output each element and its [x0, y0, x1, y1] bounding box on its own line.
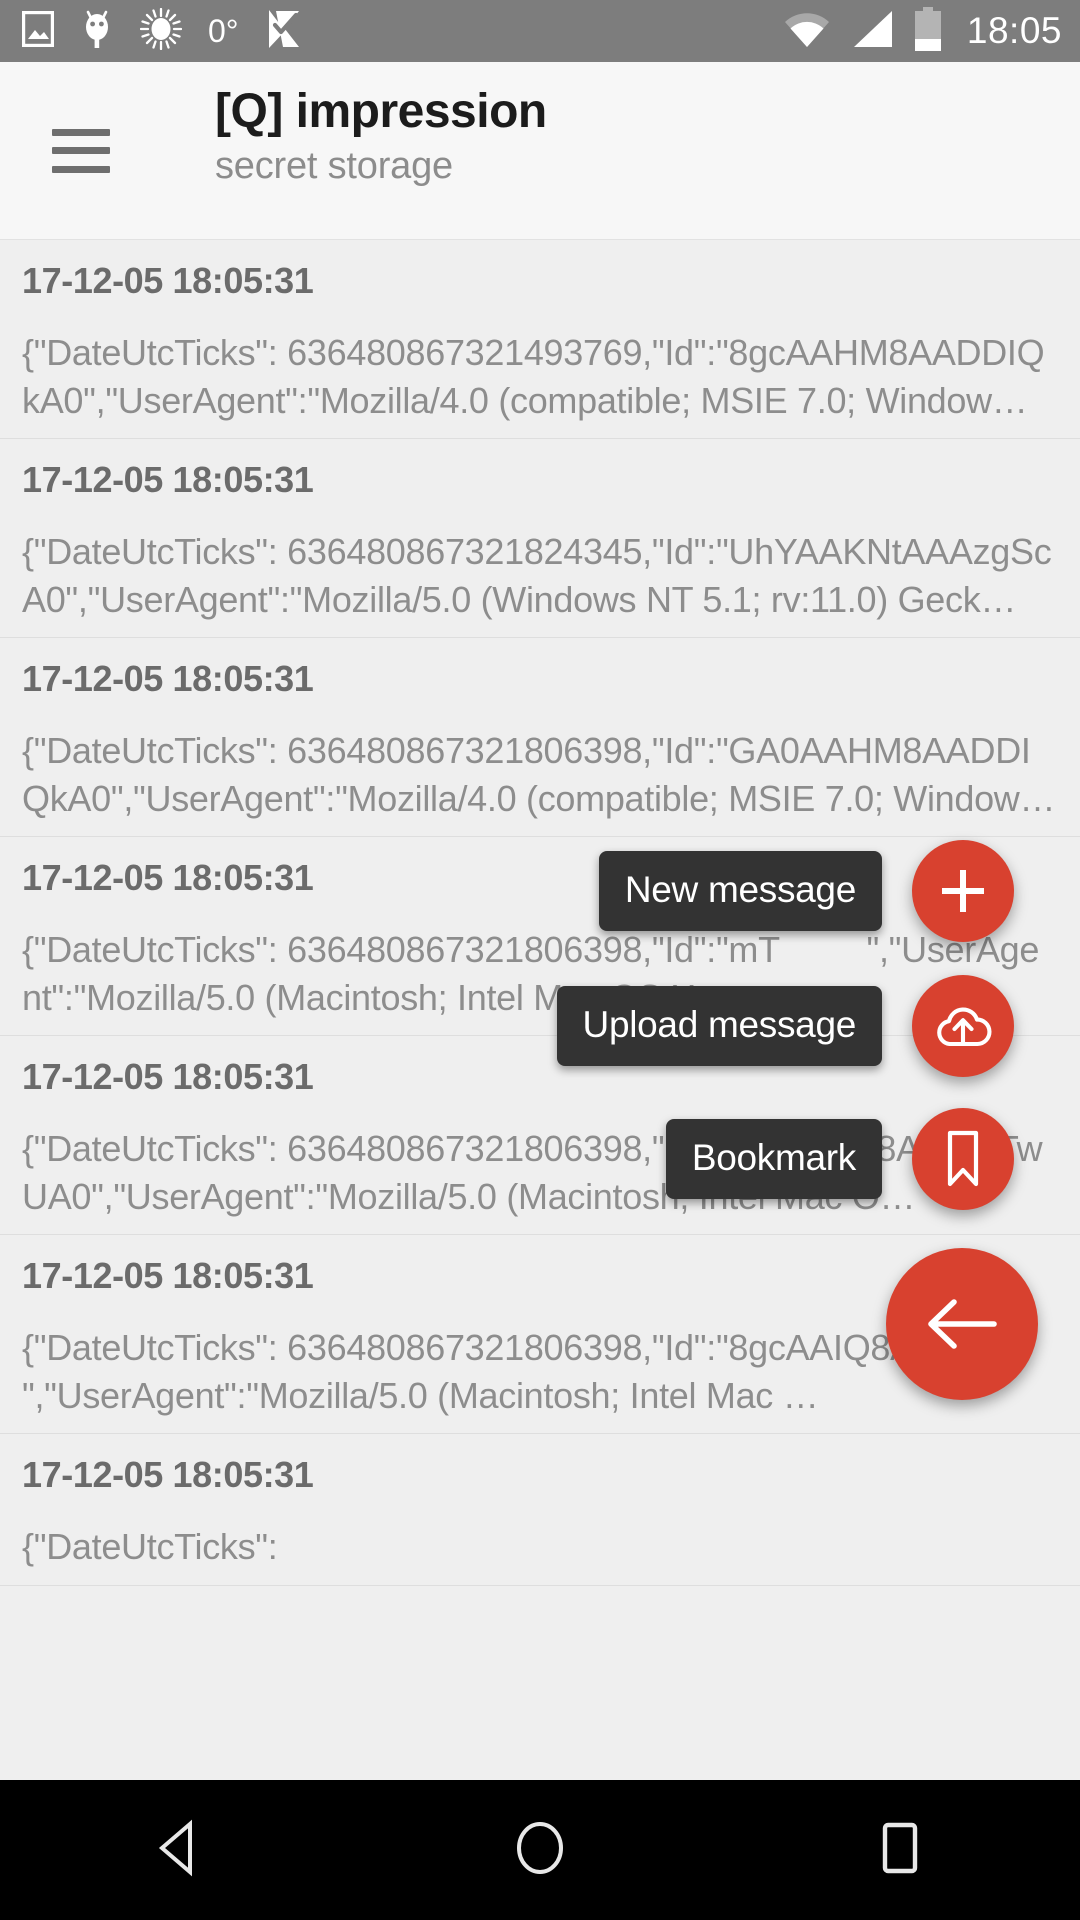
android-nav-bar [0, 1780, 1080, 1920]
list-item[interactable]: 17-12-05 18:05:31 {"DateUtcTicks": 636480… [0, 240, 1080, 440]
hamburger-icon[interactable] [52, 128, 110, 173]
list-item-payload: {"DateUtcTicks": 636480867321493769,"Id"… [22, 332, 1045, 421]
page-subtitle: secret storage [215, 144, 453, 187]
list-item-payload: {"DateUtcTicks": 636480867321824345,"Id"… [22, 531, 1052, 620]
android-bug-icon [80, 8, 114, 55]
fab-main-close[interactable] [886, 1248, 1080, 1400]
fab-action-new-message[interactable]: New message [598, 840, 1080, 942]
title-block: [Q] impression secret storage [215, 85, 547, 188]
temperature-label: 0° [208, 13, 239, 49]
circle-home-icon [513, 1819, 567, 1882]
list-item-payload: {"DateUtcTicks": 636480867321806398,"Id"… [22, 730, 1056, 819]
list-item[interactable]: 17-12-05 18:05:31 {"DateUtcTicks": [0, 1434, 1080, 1586]
fab-label-bookmark: Bookmark [665, 1119, 882, 1199]
list-item[interactable]: 17-12-05 18:05:31 {"DateUtcTicks": 636480… [0, 439, 1080, 639]
hamburger-line-2 [52, 147, 110, 154]
list-item[interactable]: 17-12-05 18:05:31 {"DateUtcTicks": 636480… [0, 638, 1080, 838]
signal-icon [849, 9, 895, 54]
list-item-timestamp: 17-12-05 18:05:31 [22, 658, 314, 700]
checkmark-flag-icon [265, 7, 303, 56]
square-recents-icon [876, 1819, 924, 1882]
fab-action-bookmark[interactable]: Bookmark [665, 1108, 1080, 1210]
plus-icon[interactable] [912, 840, 1014, 942]
bookmark-icon[interactable] [912, 1108, 1014, 1210]
hamburger-line-1 [52, 128, 110, 136]
cloud-upload-icon[interactable] [912, 975, 1014, 1077]
fab-label-new-message: New message [598, 851, 882, 931]
nav-back-button[interactable] [100, 1780, 260, 1920]
fab-label-upload-message: Upload message [556, 986, 882, 1066]
nav-home-button[interactable] [460, 1780, 620, 1920]
wifi-icon [783, 9, 831, 54]
list-item-timestamp: 17-12-05 18:05:31 [22, 260, 314, 301]
list-item-timestamp: 17-12-05 18:05:31 [22, 459, 314, 501]
fab-action-upload-message[interactable]: Upload message [556, 975, 1080, 1077]
list-item-timestamp: 17-12-05 18:05:31 [22, 1454, 314, 1496]
nav-recents-button[interactable] [820, 1780, 980, 1920]
list-item-payload: {"DateUtcTicks": [22, 1526, 278, 1568]
battery-icon [913, 6, 943, 56]
phone-screen: 0° 18:05 [Q] impression secret storage 1… [0, 0, 1080, 1920]
image-icon [21, 10, 55, 52]
status-bar-left-icons: 0° [21, 7, 303, 56]
page-title: [Q] impression [215, 85, 547, 138]
app-bar: [Q] impression secret storage [0, 62, 1080, 240]
brightness-icon [139, 7, 183, 55]
status-bar-right-icons: 18:05 [783, 6, 1062, 56]
hamburger-line-3 [52, 165, 110, 173]
status-bar: 0° 18:05 [0, 0, 1080, 62]
status-bar-clock: 18:05 [966, 10, 1062, 51]
triangle-back-icon [154, 1819, 206, 1882]
arrow-left-icon[interactable] [886, 1248, 1038, 1400]
